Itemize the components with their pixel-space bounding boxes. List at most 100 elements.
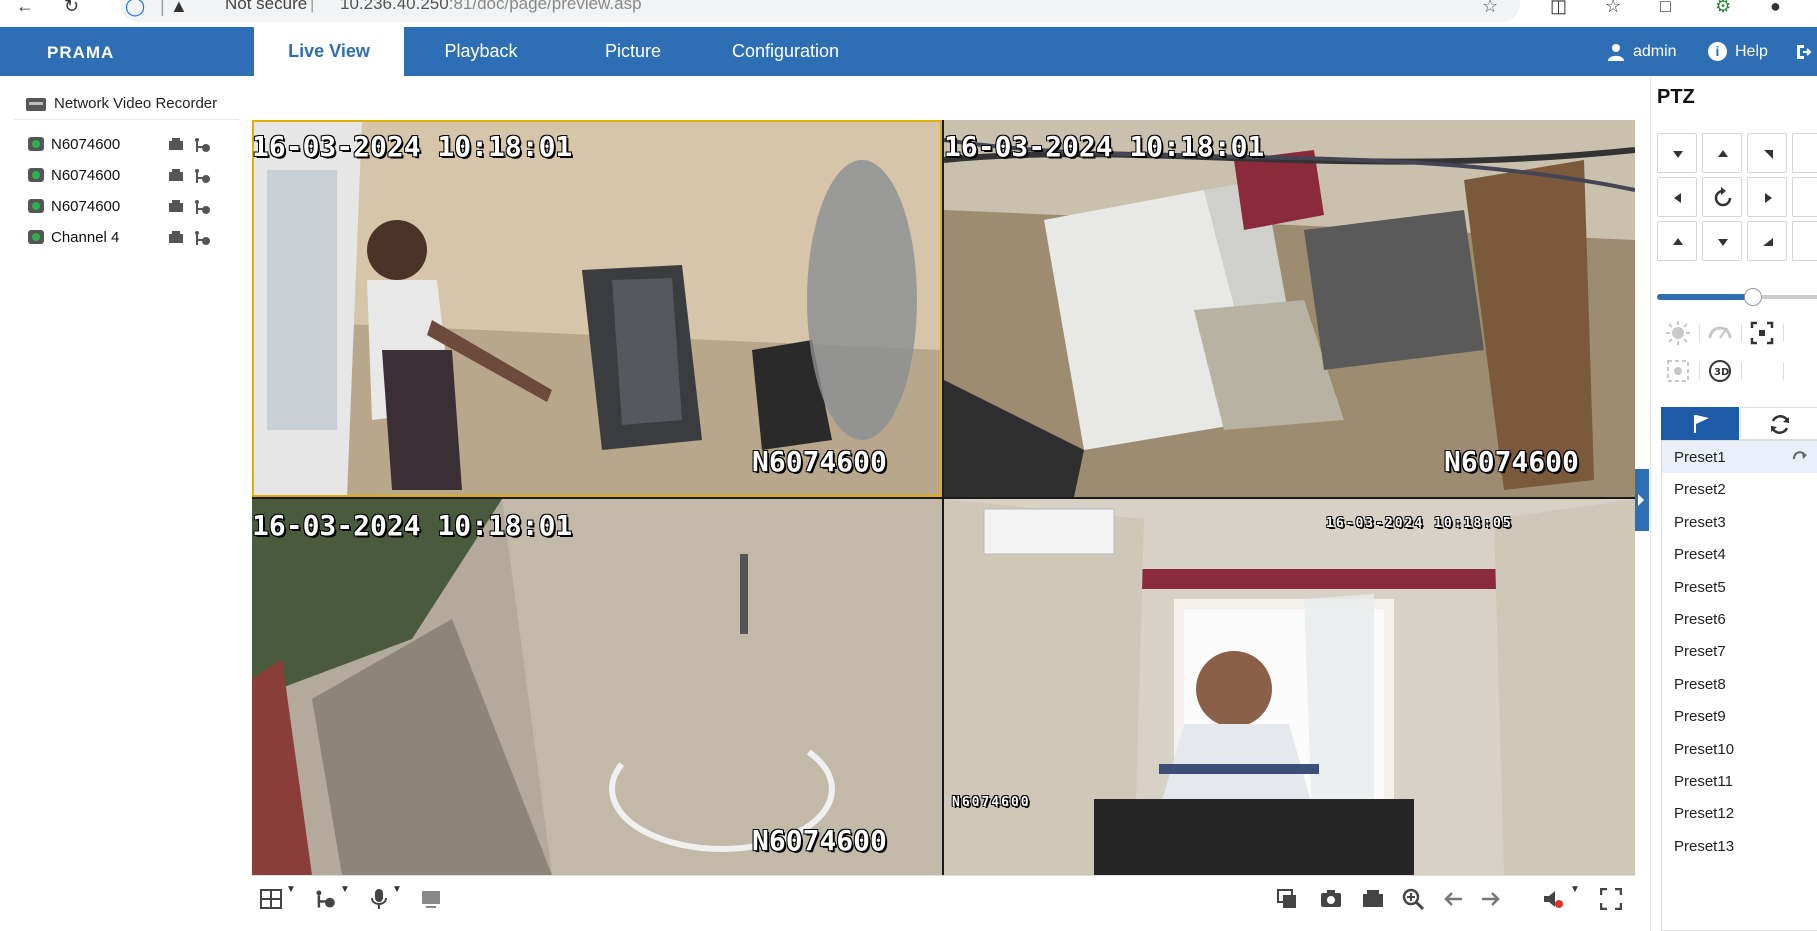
preset-item[interactable]: Preset13 bbox=[1662, 830, 1817, 862]
record-button[interactable] bbox=[1362, 888, 1384, 910]
stream-select-icon[interactable] bbox=[193, 168, 211, 184]
snapshot-icon bbox=[1321, 890, 1341, 907]
arrow-down-icon bbox=[1673, 151, 1683, 158]
security-status-text: Not secure bbox=[225, 0, 308, 13]
chevron-down-icon[interactable]: ▼ bbox=[392, 884, 402, 895]
preset-item[interactable]: Preset10 bbox=[1662, 733, 1817, 765]
channel-item-2[interactable]: N6074600 bbox=[0, 162, 240, 190]
ptz-auto-scan-button[interactable] bbox=[1702, 177, 1742, 217]
stream-type-button[interactable] bbox=[314, 888, 336, 910]
preset-item[interactable]: Preset1 bbox=[1662, 441, 1817, 473]
chevron-down-icon[interactable]: ▼ bbox=[286, 884, 296, 895]
favorite-star-icon[interactable]: ☆ bbox=[1482, 0, 1498, 15]
next-page-button[interactable] bbox=[1480, 888, 1502, 910]
video-tile-2[interactable]: 16-03-2024 10:18:01 N6074600 bbox=[944, 120, 1635, 497]
ptz-iris-button[interactable] bbox=[1792, 221, 1817, 261]
ptz-speed-slider[interactable] bbox=[1744, 288, 1762, 306]
url-text[interactable]: 10.236.40.250:81/doc/page/preview.asp bbox=[340, 0, 642, 14]
tab-presets[interactable] bbox=[1661, 407, 1739, 440]
close-all-button[interactable] bbox=[1276, 888, 1298, 910]
light-icon[interactable] bbox=[1663, 318, 1693, 348]
separator-text: | bbox=[160, 0, 165, 16]
preset-item[interactable]: Preset2 bbox=[1662, 473, 1817, 505]
nvr-icon bbox=[26, 98, 46, 111]
chevron-down-icon[interactable]: ▼ bbox=[340, 884, 350, 895]
preset-item[interactable]: Preset4 bbox=[1662, 538, 1817, 570]
volume-button[interactable] bbox=[1542, 888, 1564, 910]
logout-button[interactable] bbox=[1795, 27, 1813, 76]
help-link[interactable]: i Help bbox=[1708, 27, 1768, 76]
digital-zoom-button[interactable] bbox=[1402, 888, 1424, 910]
preset-item[interactable]: Preset9 bbox=[1662, 700, 1817, 732]
3d-positioning-icon[interactable]: 3D bbox=[1705, 356, 1735, 386]
tab-picture[interactable]: Picture bbox=[558, 27, 708, 76]
start-recording-icon[interactable] bbox=[167, 199, 185, 215]
warning-icon[interactable]: ▲ bbox=[170, 0, 188, 15]
wiper-icon[interactable] bbox=[1705, 318, 1735, 348]
video-tile-4[interactable]: 16-03-2024 10:18:05 N6074600 bbox=[944, 499, 1635, 875]
chevron-down-icon[interactable]: ▼ bbox=[1570, 884, 1580, 895]
profile-icon[interactable]: ● bbox=[1770, 0, 1781, 15]
channel-item-3[interactable]: N6074600 bbox=[0, 193, 240, 221]
ptz-down-left-button[interactable] bbox=[1657, 221, 1697, 261]
video-tile-1[interactable]: 16-03-2024 10:18:01 N6074600 bbox=[252, 120, 942, 497]
back-arrow-icon[interactable]: ← bbox=[16, 0, 34, 15]
tab-live-view[interactable]: Live View bbox=[254, 27, 404, 76]
ptz-panel-toggle[interactable] bbox=[1635, 469, 1649, 531]
start-recording-icon[interactable] bbox=[167, 168, 185, 184]
ptz-right-button[interactable] bbox=[1747, 177, 1787, 217]
ptz-down-button[interactable] bbox=[1702, 221, 1742, 261]
page-root: ← ↻ ◯ | ▲ Not secure | 10.236.40.250:81/… bbox=[0, 0, 1817, 931]
device-tree-root[interactable]: Network Video Recorder bbox=[14, 90, 239, 120]
favorites-list-icon[interactable]: ☆ bbox=[1605, 0, 1621, 15]
stream-select-icon[interactable] bbox=[193, 230, 211, 246]
auxiliary-focus-icon[interactable] bbox=[1747, 318, 1777, 348]
ptz-panel: PTZ 3D Preset1 Preset2 Preset3 Preset4 P… bbox=[1650, 76, 1817, 931]
user-menu[interactable]: admin bbox=[1607, 27, 1677, 76]
lens-initialization-icon[interactable] bbox=[1663, 356, 1693, 386]
device-button[interactable] bbox=[420, 888, 442, 910]
preset-item[interactable]: Preset12 bbox=[1662, 797, 1817, 829]
capture-button[interactable] bbox=[1320, 888, 1342, 910]
fullscreen-button[interactable] bbox=[1600, 888, 1622, 910]
camera-feed-1 bbox=[252, 120, 942, 497]
preset-item[interactable]: Preset8 bbox=[1662, 668, 1817, 700]
ptz-down-right-button[interactable] bbox=[1747, 221, 1787, 261]
start-recording-icon[interactable] bbox=[167, 137, 185, 153]
start-recording-icon[interactable] bbox=[167, 230, 185, 246]
ptz-left-button[interactable] bbox=[1657, 177, 1697, 217]
record-icon bbox=[1363, 890, 1383, 907]
two-way-audio-button[interactable] bbox=[368, 888, 390, 910]
channel-item-1[interactable]: N6074600 bbox=[0, 131, 240, 159]
address-bar[interactable] bbox=[120, 0, 1520, 22]
call-preset-icon[interactable] bbox=[1792, 449, 1808, 463]
ptz-focus-button[interactable] bbox=[1792, 177, 1817, 217]
preset-item[interactable]: Preset7 bbox=[1662, 635, 1817, 667]
osd-channel-name: N6074600 bbox=[752, 824, 887, 857]
stream-select-icon[interactable] bbox=[193, 137, 211, 153]
ptz-zoom-in-button[interactable] bbox=[1792, 133, 1817, 173]
split-screen-icon[interactable]: ◫ bbox=[1550, 0, 1567, 15]
logout-icon bbox=[1797, 44, 1812, 59]
preset-item[interactable]: Preset5 bbox=[1662, 571, 1817, 603]
extension-icon[interactable]: ⚙ bbox=[1715, 0, 1731, 15]
preset-item[interactable]: Preset6 bbox=[1662, 603, 1817, 635]
preset-item[interactable]: Preset11 bbox=[1662, 765, 1817, 797]
ptz-up-button[interactable] bbox=[1702, 133, 1742, 173]
tab-patrols[interactable] bbox=[1740, 407, 1817, 440]
collections-icon[interactable]: □ bbox=[1660, 0, 1671, 15]
arrow-down-left-icon bbox=[1764, 150, 1773, 159]
tab-playback[interactable]: Playback bbox=[404, 27, 558, 76]
ptz-up-left-button[interactable] bbox=[1657, 133, 1697, 173]
refresh-icon[interactable]: ↻ bbox=[64, 0, 79, 15]
channel-item-4[interactable]: Channel 4 bbox=[0, 224, 240, 252]
video-tile-3[interactable]: 16-03-2024 10:18:01 N6074600 bbox=[252, 499, 942, 875]
stream-select-icon[interactable] bbox=[193, 199, 211, 215]
preset-item[interactable]: Preset3 bbox=[1662, 506, 1817, 538]
tab-configuration[interactable]: Configuration bbox=[708, 27, 863, 76]
previous-page-button[interactable] bbox=[1442, 888, 1464, 910]
live-view-grid: 16-03-2024 10:18:01 N6074600 16-03-2024 … bbox=[252, 120, 1635, 875]
window-layout-button[interactable] bbox=[260, 888, 282, 910]
ptz-up-right-button[interactable] bbox=[1747, 133, 1787, 173]
camera-status-icon bbox=[28, 168, 44, 182]
